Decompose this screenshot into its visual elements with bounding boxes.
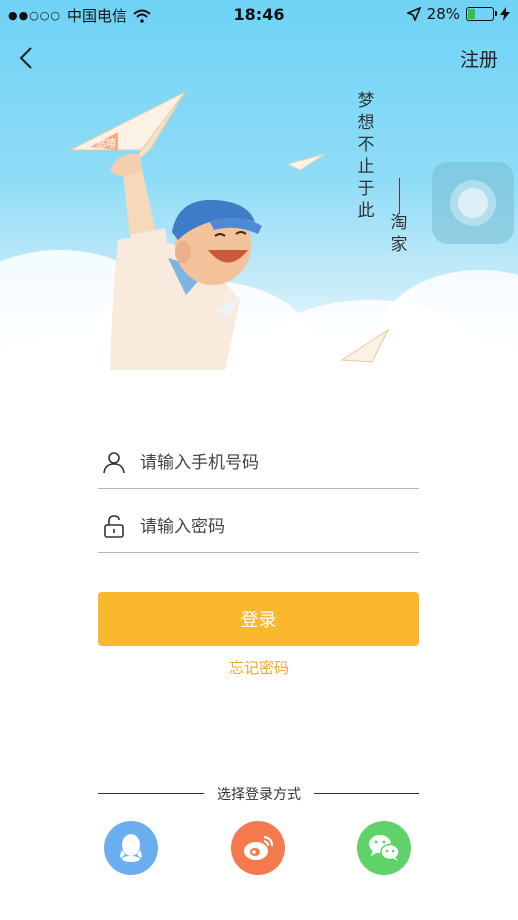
user-icon [103, 452, 125, 474]
slogan-char: 于 [357, 179, 375, 199]
battery-percent: 28% [426, 5, 460, 23]
slogan-author-char: 家 [390, 235, 408, 255]
status-right: 28% [406, 5, 510, 23]
password-input[interactable] [138, 510, 412, 544]
charging-bolt-icon [500, 7, 510, 21]
register-button[interactable]: 注册 [460, 45, 498, 72]
assistive-touch-button[interactable] [432, 162, 514, 244]
password-field [98, 504, 419, 553]
qq-icon [120, 834, 142, 862]
slogan-char: 不 [357, 135, 375, 155]
lock-icon [104, 515, 124, 538]
slogan-text: 梦 想 不 止 于 此 [356, 90, 376, 222]
chevron-left-icon [19, 47, 32, 69]
slogan-char: 想 [357, 113, 375, 133]
wechat-login-button[interactable] [357, 821, 411, 875]
slogan-dash [399, 178, 400, 214]
slogan-author-char: 淘 [390, 213, 408, 233]
wechat-icon [369, 835, 400, 861]
phone-field [98, 440, 419, 489]
divider-right [314, 793, 419, 794]
status-bar: ●●○○○ 中国电信 18:46 28% [0, 0, 518, 28]
weibo-login-button[interactable] [231, 821, 285, 875]
slogan-char: 梦 [357, 91, 375, 111]
assistive-touch-core [458, 188, 488, 218]
back-button[interactable] [16, 44, 40, 72]
battery-icon [466, 7, 497, 21]
slogan-char: 此 [357, 201, 375, 221]
login-method-title: 选择登录方式 [217, 787, 301, 803]
qq-login-button[interactable] [104, 821, 158, 875]
slogan-char: 止 [357, 157, 375, 177]
weibo-icon [244, 835, 274, 860]
slogan-author: 淘 家 [389, 212, 409, 256]
location-arrow-icon [406, 7, 421, 21]
forgot-password-link[interactable]: 忘记密码 [0, 657, 518, 678]
plane-text: 悠嘻 [96, 137, 116, 150]
login-button[interactable]: 登录 [98, 592, 419, 646]
phone-input[interactable] [138, 446, 412, 480]
